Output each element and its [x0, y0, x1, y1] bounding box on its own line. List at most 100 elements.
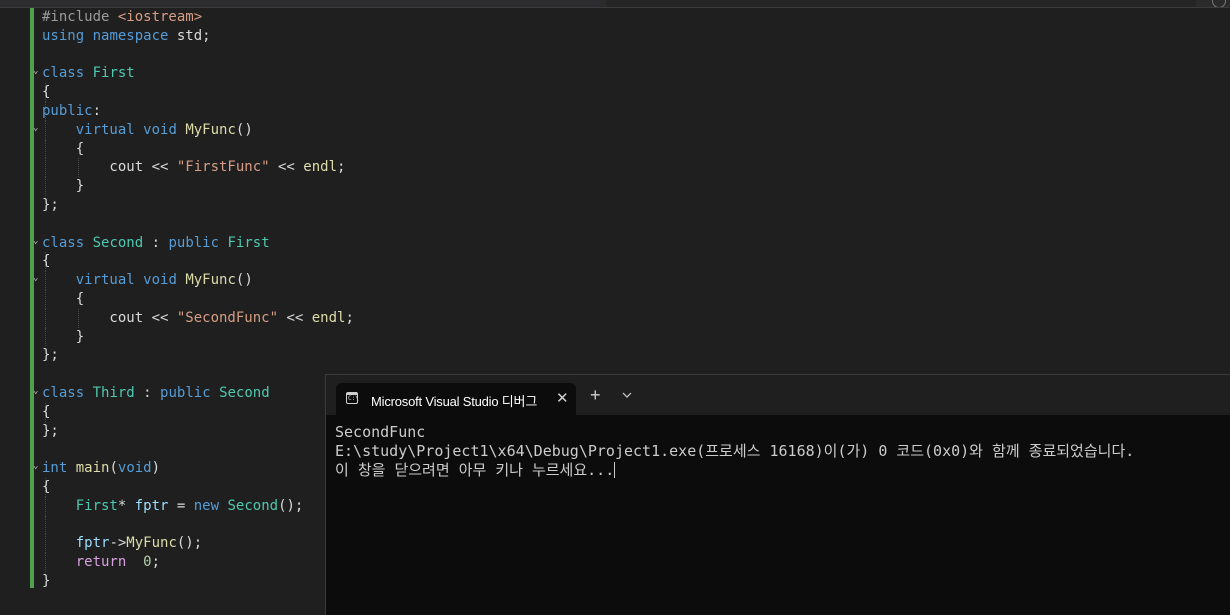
code-line[interactable]: };	[0, 196, 1230, 215]
console-output: SecondFunc E:\study\Project1\x64\Debug\Pr…	[335, 423, 1225, 480]
code-token: return	[75, 554, 127, 571]
code-token: virtual	[75, 121, 135, 138]
code-token: Third	[92, 384, 135, 401]
code-token: ()	[235, 121, 253, 138]
code-token: {	[42, 140, 85, 157]
code-line[interactable]: public:	[0, 101, 1230, 121]
code-token: 0	[143, 554, 152, 571]
code-token: "FirstFunc"	[176, 159, 270, 176]
code-token: )	[151, 460, 161, 477]
code-token: "SecondFunc"	[176, 309, 279, 326]
code-token: ;	[345, 309, 354, 326]
console-output-line: SecondFunc	[335, 423, 426, 441]
console-tab[interactable]: C:\ Microsoft Visual Studio 디버그 ✕	[336, 383, 576, 415]
code-line-text: {	[42, 83, 50, 102]
code-token: endl	[303, 159, 338, 176]
code-token: std;	[168, 27, 211, 44]
code-token: ();	[278, 497, 304, 514]
chevron-down-icon[interactable]	[622, 390, 632, 400]
code-line-text: };	[42, 422, 59, 441]
scope-dropdown[interactable]	[606, 0, 1196, 7]
code-line-text: virtual void MyFunc()	[42, 271, 253, 290]
code-token: using	[42, 27, 85, 44]
code-token: ->	[109, 535, 127, 552]
top-tab-strip	[0, 0, 1230, 8]
fold-chevron-icon[interactable]: ⌄	[33, 123, 42, 133]
code-line-text: #include <iostream>	[42, 8, 202, 27]
code-line-text: }	[42, 328, 84, 347]
code-token: class	[42, 234, 85, 251]
code-token: fptr	[75, 535, 110, 552]
code-token: namespace	[92, 27, 169, 44]
code-line[interactable]: };	[0, 346, 1230, 365]
code-token: {	[42, 403, 51, 420]
code-line-text: {	[42, 403, 50, 422]
code-token: };	[42, 422, 59, 439]
code-token: Second	[227, 497, 279, 514]
code-token: <iostream>	[117, 9, 203, 25]
code-line[interactable]: ⌄ virtual void MyFunc()	[0, 271, 1230, 290]
code-line-text: fptr->MyFunc();	[42, 534, 202, 553]
close-tab-button[interactable]: ✕	[556, 389, 569, 407]
code-line-text: using namespace std;	[42, 27, 211, 46]
text-cursor	[614, 462, 616, 478]
code-line[interactable]	[0, 215, 1230, 234]
code-token: class	[42, 65, 85, 82]
code-line-text: }	[42, 572, 50, 591]
terminal-icon: C:\	[346, 392, 359, 404]
code-line-text: public:	[42, 102, 101, 121]
code-token: ()	[235, 272, 253, 289]
code-line[interactable]: ⌄ class First	[0, 64, 1230, 83]
code-token: ();	[176, 535, 203, 552]
code-token: ;	[151, 554, 161, 571]
code-line-text: int main(void)	[42, 459, 160, 478]
code-line[interactable]: }	[0, 327, 1230, 347]
code-line[interactable]: {	[0, 289, 1230, 309]
code-line[interactable]: {	[0, 252, 1230, 272]
code-token: :	[143, 234, 169, 251]
code-line-text: class Third : public Second	[42, 384, 270, 403]
new-tab-button[interactable]: +	[590, 386, 601, 404]
code-token: new	[193, 497, 220, 514]
code-line[interactable]: cout << "SecondFunc" << endl;	[0, 308, 1230, 328]
console-titlebar: C:\ Microsoft Visual Studio 디버그 ✕ +	[326, 375, 1230, 415]
code-line[interactable]: ⌄ class Second : public First	[0, 234, 1230, 253]
fold-chevron-icon[interactable]: ⌄	[33, 67, 42, 76]
code-line[interactable]: ⌄ virtual void MyFunc()	[0, 120, 1230, 140]
code-token: :	[92, 102, 102, 119]
code-line[interactable]: #include <iostream>	[0, 8, 1230, 27]
code-token: class	[42, 384, 85, 401]
code-token: #include	[42, 9, 118, 25]
code-line-text: {	[42, 252, 50, 271]
code-line[interactable]: cout << "FirstFunc" << endl;	[0, 158, 1230, 178]
debug-console-window[interactable]: C:\ Microsoft Visual Studio 디버그 ✕ + Seco…	[325, 374, 1230, 615]
code-line[interactable]	[0, 46, 1230, 65]
code-token: }	[42, 178, 85, 195]
solution-explorer-tab[interactable]	[0, 0, 600, 7]
fold-chevron-icon[interactable]: ⌄	[33, 236, 42, 246]
code-token: {	[42, 478, 51, 495]
code-token: {	[42, 84, 51, 101]
code-token: main	[75, 460, 110, 477]
fold-chevron-icon[interactable]: ⌄	[33, 462, 42, 471]
code-token: :	[134, 384, 161, 401]
code-line[interactable]: {	[0, 83, 1230, 102]
code-line[interactable]: using namespace std;	[0, 27, 1230, 46]
code-token: void	[117, 460, 152, 477]
fold-chevron-icon[interactable]: ⌄	[33, 386, 42, 396]
console-output-line: E:\study\Project1\x64\Debug\Project1.exe…	[335, 442, 1135, 460]
code-line[interactable]: {	[0, 139, 1230, 159]
fold-chevron-icon[interactable]: ⌄	[33, 274, 42, 283]
code-line-text: First* fptr = new Second();	[42, 497, 304, 516]
code-line[interactable]: }	[0, 177, 1230, 196]
code-token: MyFunc	[185, 121, 236, 138]
code-token: int	[42, 460, 68, 477]
settings-icon[interactable]	[1212, 0, 1226, 7]
